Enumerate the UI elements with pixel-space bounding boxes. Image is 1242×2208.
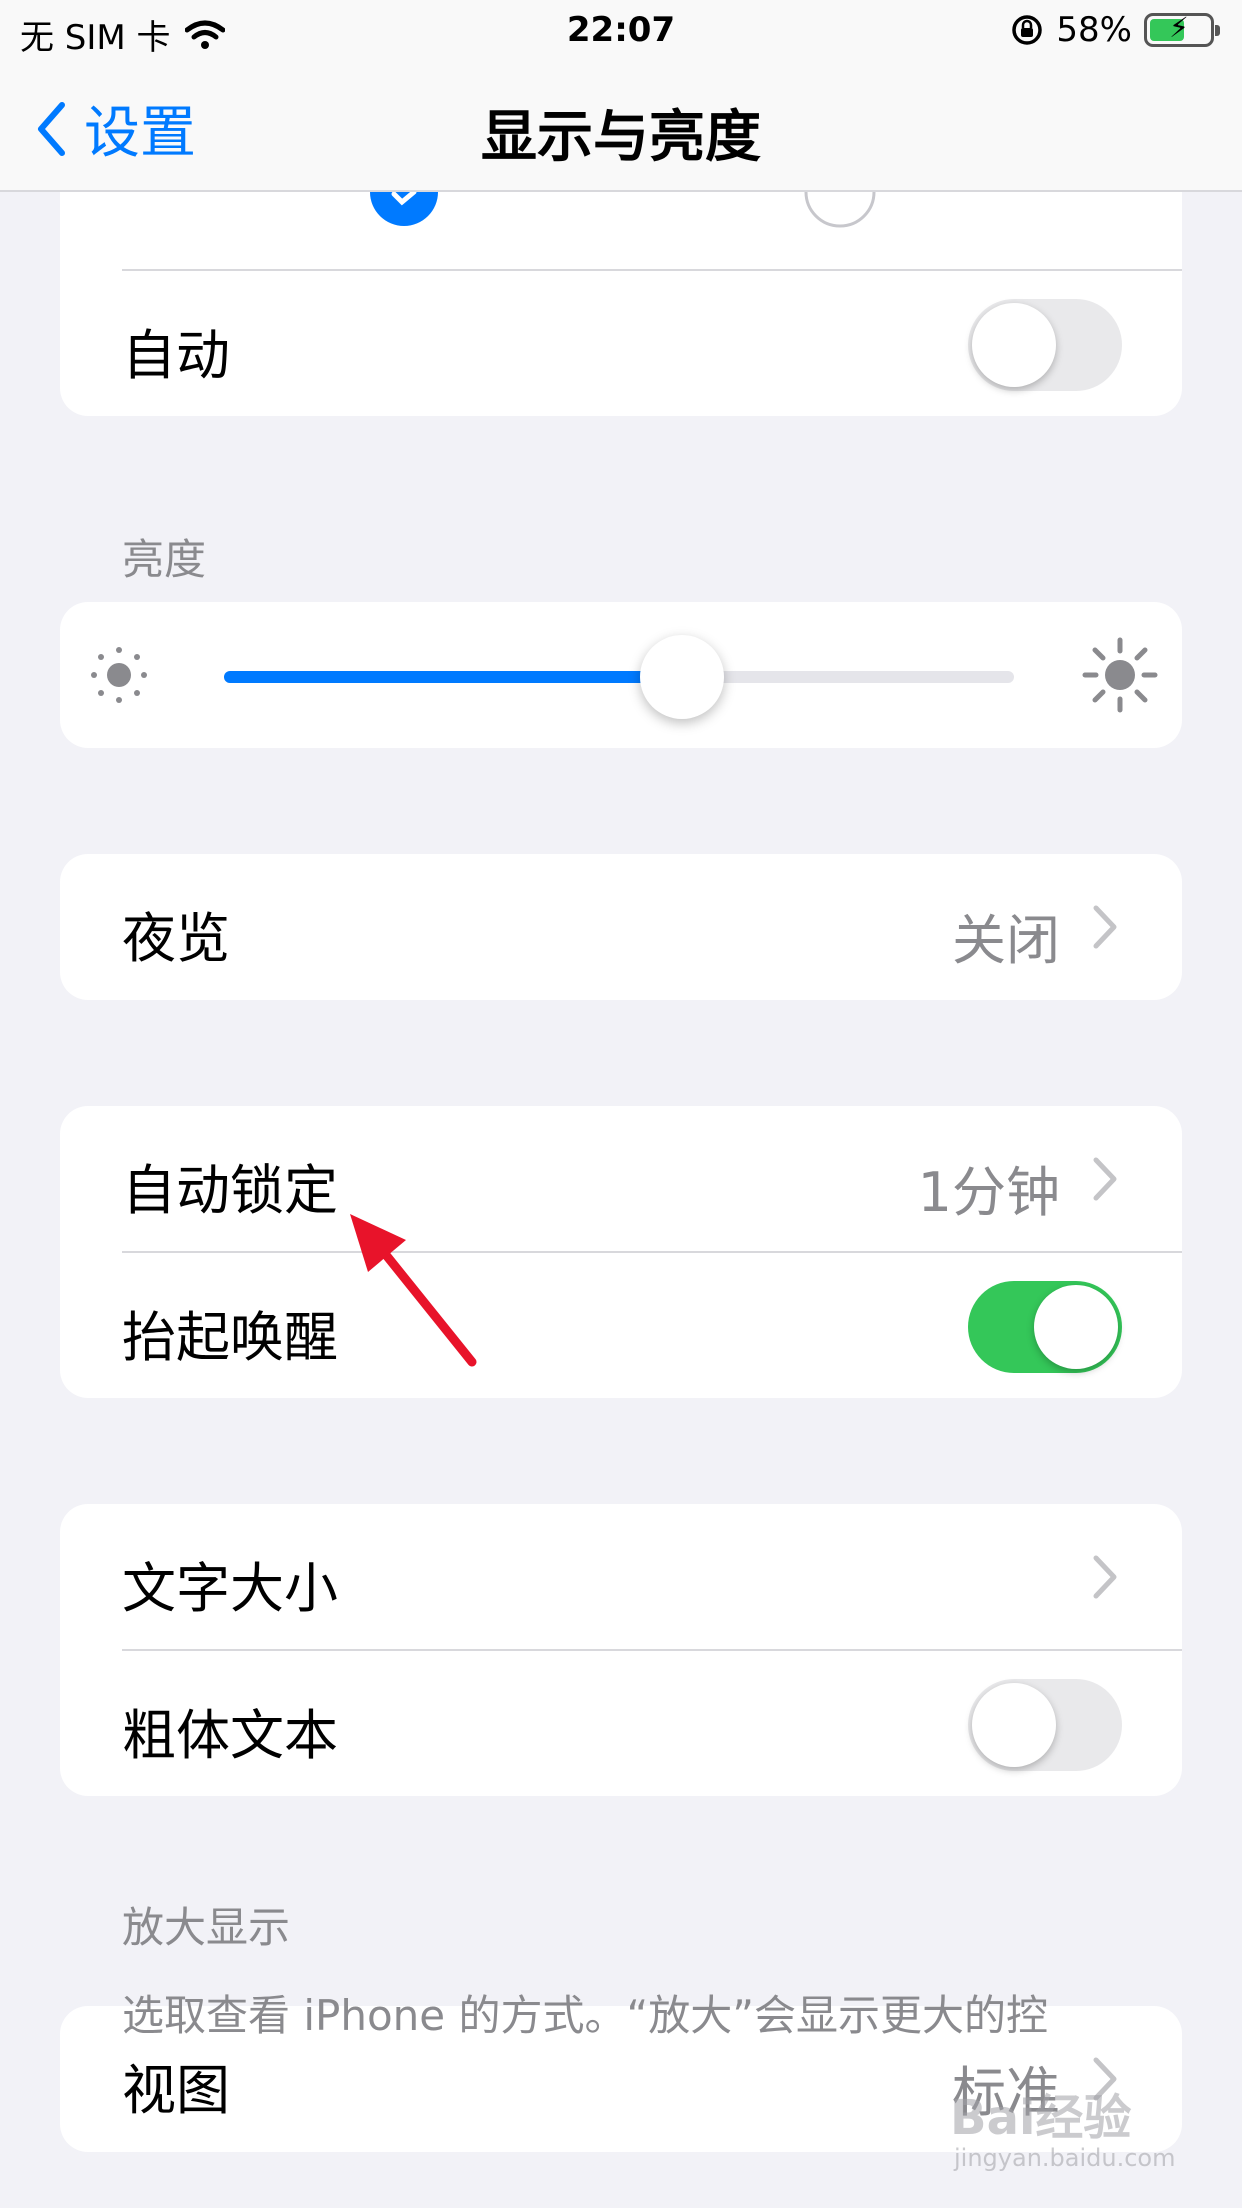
page-title: 显示与亮度 xyxy=(481,105,761,170)
bolt-icon: ⚡ xyxy=(1169,11,1189,44)
text-size-row[interactable]: 文字大小 xyxy=(60,1504,1182,1650)
brightness-header: 亮度 xyxy=(122,535,207,584)
bold-text-toggle[interactable] xyxy=(968,1679,1122,1771)
watermark-brand: Bai经验 xyxy=(950,2090,1132,2146)
appearance-dark-unselected-icon[interactable] xyxy=(802,192,878,232)
zoom-header: 放大显示 xyxy=(122,1903,291,1952)
status-right: 58% ⚡ xyxy=(1010,10,1220,50)
brightness-slider[interactable] xyxy=(224,635,1014,719)
auto-toggle[interactable] xyxy=(968,299,1122,391)
auto-lock-row[interactable]: 自动锁定 1分钟 xyxy=(60,1106,1182,1252)
annotation-arrow-icon xyxy=(350,1214,477,1367)
toggle-knob xyxy=(972,1683,1056,1767)
sun-small-icon xyxy=(91,647,147,703)
bold-text-label: 粗体文本 xyxy=(122,1704,338,1767)
chevron-right-icon xyxy=(1093,1555,1117,1599)
night-shift-label: 夜览 xyxy=(122,907,230,970)
raise-to-wake-row: 抬起唤醒 xyxy=(60,1253,1182,1399)
watermark-url: jingyan.baidu.com xyxy=(954,2144,1176,2172)
text-size-label: 文字大小 xyxy=(122,1557,338,1620)
status-bar: 无 SIM 卡 22:07 58% ⚡ xyxy=(0,0,1242,62)
baidu-watermark: Bai经验 jingyan.baidu.com xyxy=(940,2078,1200,2188)
night-shift-row[interactable]: 夜览 关闭 xyxy=(60,854,1182,1000)
navigation-bar: 设置 显示与亮度 xyxy=(0,62,1242,192)
toggle-knob xyxy=(1034,1285,1118,1369)
zoom-footer-text: 选取查看 iPhone 的方式。“放大”会显示更大的控 xyxy=(122,1991,1048,2040)
text-card: 文字大小 粗体文本 xyxy=(60,1504,1182,1796)
brightness-slider-fill xyxy=(224,671,683,683)
raise-to-wake-toggle[interactable] xyxy=(968,1281,1122,1373)
settings-content[interactable]: 自动 亮度 夜览 关闭 自动锁定 1分钟 抬起唤醒 文字大小 粗体文本 放大显示… xyxy=(0,192,1242,2208)
brightness-card xyxy=(60,602,1182,748)
chevron-right-icon xyxy=(1093,1157,1117,1201)
zoom-view-label: 视图 xyxy=(122,2059,230,2122)
rotation-lock-icon xyxy=(1012,15,1043,45)
appearance-card: 自动 xyxy=(60,192,1182,416)
appearance-auto-row: 自动 xyxy=(60,271,1182,417)
sun-large-icon xyxy=(1082,637,1158,713)
battery-charging-icon: ⚡ xyxy=(1144,11,1220,47)
night-shift-card: 夜览 关闭 xyxy=(60,854,1182,1000)
auto-label: 自动 xyxy=(122,324,230,387)
auto-lock-label: 自动锁定 xyxy=(122,1159,338,1222)
bold-text-row: 粗体文本 xyxy=(60,1651,1182,1797)
battery-percent: 58% xyxy=(1056,10,1132,50)
toggle-knob xyxy=(972,303,1056,387)
chevron-right-icon xyxy=(1093,905,1117,949)
auto-lock-value: 1分钟 xyxy=(917,1161,1060,1224)
appearance-light-selected-icon[interactable] xyxy=(366,192,442,232)
brightness-slider-thumb[interactable] xyxy=(640,635,725,719)
raise-to-wake-label: 抬起唤醒 xyxy=(122,1306,338,1369)
night-shift-value: 关闭 xyxy=(952,909,1060,972)
lock-card: 自动锁定 1分钟 抬起唤醒 xyxy=(60,1106,1182,1398)
